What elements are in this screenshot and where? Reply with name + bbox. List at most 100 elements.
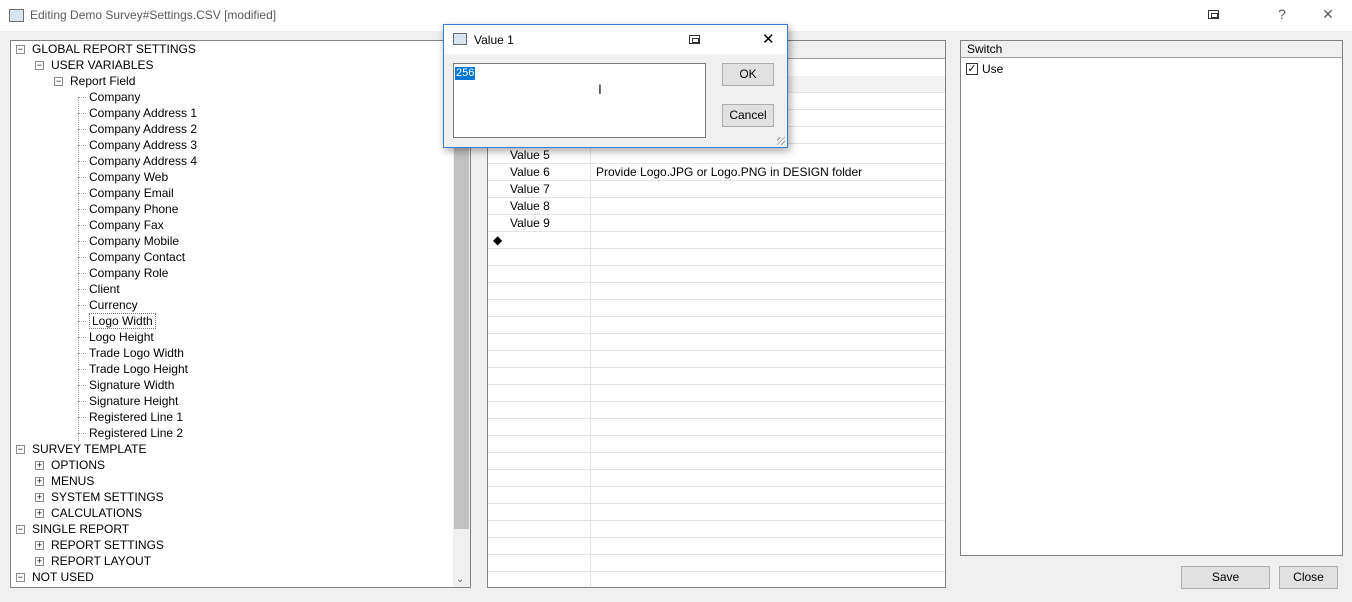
tree-item[interactable]: Company Contact	[89, 249, 185, 265]
value-cell[interactable]	[591, 402, 945, 418]
table-row[interactable]: Value 7	[488, 181, 945, 198]
use-checkbox[interactable]: ✓	[966, 63, 978, 75]
value-name-cell[interactable]	[488, 385, 591, 401]
table-row[interactable]	[488, 317, 945, 334]
selected-value-text[interactable]: 256	[455, 67, 476, 80]
tree-item[interactable]: Registered Line 1	[89, 409, 183, 425]
collapse-icon[interactable]: −	[16, 445, 25, 454]
tree-item[interactable]: Currency	[89, 297, 138, 313]
value-name-cell[interactable]	[488, 538, 591, 554]
value-cell[interactable]	[591, 351, 945, 367]
value-input[interactable]	[453, 63, 706, 138]
tree-item[interactable]: Company Web	[89, 169, 168, 185]
table-row[interactable]	[488, 572, 945, 587]
tree-item[interactable]: OPTIONS	[51, 457, 105, 473]
tree-item[interactable]: REPORT LAYOUT	[51, 553, 151, 569]
table-row[interactable]	[488, 504, 945, 521]
value-cell[interactable]	[591, 232, 945, 248]
table-row[interactable]	[488, 334, 945, 351]
resize-grip-icon[interactable]	[777, 137, 785, 145]
expand-icon[interactable]: +	[35, 461, 44, 470]
tree-item[interactable]: Company Email	[89, 185, 174, 201]
cancel-button[interactable]: Cancel	[722, 104, 774, 127]
table-row[interactable]	[488, 368, 945, 385]
settings-tree[interactable]: ⌄ − GLOBAL REPORT SETTINGS − USER VARIABLES…	[10, 40, 471, 588]
value-cell[interactable]	[591, 453, 945, 469]
value-cell[interactable]	[591, 572, 945, 587]
table-row[interactable]	[488, 419, 945, 436]
table-row[interactable]	[488, 538, 945, 555]
tree-item[interactable]: Report Field	[70, 73, 135, 89]
value-cell[interactable]	[591, 555, 945, 571]
close-window-button[interactable]: ✕	[1316, 6, 1340, 23]
tree-item[interactable]: Registered Line 2	[89, 425, 183, 441]
value-cell[interactable]	[591, 215, 945, 231]
tree-item[interactable]: MENUS	[51, 473, 94, 489]
tree-item[interactable]: SURVEY TEMPLATE	[32, 441, 147, 457]
table-row[interactable]: Value 5	[488, 147, 945, 164]
value-cell[interactable]	[591, 470, 945, 486]
tree-item[interactable]: Trade Logo Height	[89, 361, 188, 377]
scroll-down-icon[interactable]: ⌄	[456, 574, 464, 585]
tree-item[interactable]: Company Mobile	[89, 233, 179, 249]
value-name-cell[interactable]	[488, 300, 591, 316]
dialog-close-button[interactable]: ✕	[762, 30, 775, 48]
help-button[interactable]: ?	[1270, 6, 1294, 22]
value-name-cell[interactable]	[488, 487, 591, 503]
table-row[interactable]	[488, 283, 945, 300]
value-name-cell[interactable]	[488, 419, 591, 435]
expand-icon[interactable]: +	[35, 509, 44, 518]
value-name-cell[interactable]	[488, 283, 591, 299]
value-cell[interactable]	[591, 436, 945, 452]
table-row[interactable]: Value 8	[488, 198, 945, 215]
value-cell[interactable]	[591, 266, 945, 282]
table-row[interactable]	[488, 436, 945, 453]
table-row[interactable]	[488, 470, 945, 487]
value-name-cell[interactable]	[488, 368, 591, 384]
value-cell[interactable]	[591, 487, 945, 503]
collapse-icon[interactable]: −	[16, 573, 25, 582]
value-name-cell[interactable]	[488, 504, 591, 520]
value-cell[interactable]	[591, 504, 945, 520]
tree-item[interactable]: Company Address 1	[89, 105, 197, 121]
ok-button[interactable]: OK	[722, 63, 774, 86]
tree-item[interactable]: SINGLE REPORT	[32, 521, 129, 537]
value-name-cell[interactable]: Value 9	[488, 215, 591, 231]
expand-icon[interactable]: +	[35, 493, 44, 502]
table-row[interactable]: ◆	[488, 232, 945, 249]
value-name-cell[interactable]	[488, 453, 591, 469]
table-row[interactable]	[488, 385, 945, 402]
tree-item[interactable]: REPORT SETTINGS	[51, 537, 164, 553]
value-name-cell[interactable]	[488, 351, 591, 367]
table-row[interactable]	[488, 453, 945, 470]
tree-item[interactable]: Trade Logo Width	[89, 345, 184, 361]
collapse-icon[interactable]: −	[16, 45, 25, 54]
value-name-cell[interactable]	[488, 555, 591, 571]
collapse-icon[interactable]: −	[54, 77, 63, 86]
table-row[interactable]	[488, 266, 945, 283]
tree-item[interactable]: CALCULATIONS	[51, 505, 142, 521]
table-row[interactable]	[488, 555, 945, 572]
value-name-cell[interactable]	[488, 470, 591, 486]
tree-item[interactable]: Company	[89, 89, 140, 105]
value-name-cell[interactable]: Value 5	[488, 147, 591, 163]
value-cell[interactable]	[591, 249, 945, 265]
value-name-cell[interactable]	[488, 317, 591, 333]
value-cell[interactable]	[591, 385, 945, 401]
table-row[interactable]	[488, 487, 945, 504]
tree-item[interactable]: Company Phone	[89, 201, 178, 217]
save-button[interactable]: Save	[1181, 566, 1270, 589]
tree-item[interactable]: Company Address 4	[89, 153, 197, 169]
value-cell[interactable]	[591, 521, 945, 537]
value-name-cell[interactable]: Value 6	[488, 164, 591, 180]
value-name-cell[interactable]: Value 8	[488, 198, 591, 214]
expand-icon[interactable]: +	[35, 477, 44, 486]
value-cell[interactable]	[591, 300, 945, 316]
value-cell[interactable]	[591, 334, 945, 350]
value-cell[interactable]: Provide Logo.JPG or Logo.PNG in DESIGN f…	[591, 164, 945, 180]
collapse-icon[interactable]: −	[35, 61, 44, 70]
value-cell[interactable]	[591, 147, 945, 163]
tree-item[interactable]: NOT USED	[32, 569, 94, 585]
table-row[interactable]: Value 6 Provide Logo.JPG or Logo.PNG in D…	[488, 164, 945, 181]
value-cell[interactable]	[591, 419, 945, 435]
